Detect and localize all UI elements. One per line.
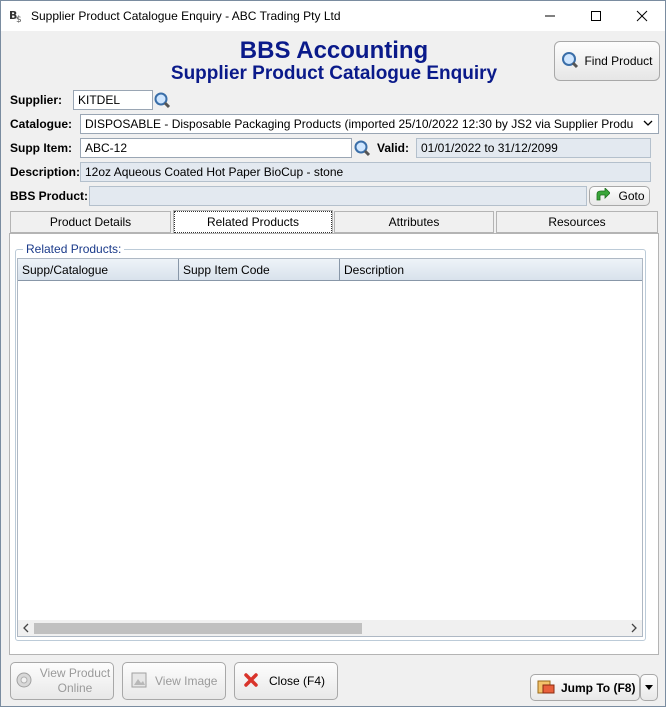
window-title: Supplier Product Catalogue Enquiry - ABC…: [31, 9, 341, 23]
find-product-button[interactable]: Find Product: [554, 41, 660, 81]
related-products-grid[interactable]: Supp/Catalogue Supp Item Code Descriptio…: [17, 258, 643, 637]
view-online-label-line1: View Product: [39, 666, 111, 680]
bbs-product-label: BBS Product:: [10, 189, 88, 203]
app-icon: B $: [9, 7, 25, 25]
tab-related-products[interactable]: Related Products: [173, 210, 333, 234]
valid-label: Valid:: [377, 141, 410, 155]
jump-to-icon: [537, 678, 555, 697]
view-online-label: View Product Online: [37, 666, 113, 696]
jump-to-dropdown-button[interactable]: [640, 674, 658, 701]
description-label: Description:: [10, 165, 81, 179]
svg-text:$: $: [16, 15, 22, 23]
globe-icon: [15, 671, 33, 692]
description-field: 12oz Aqueous Coated Hot Paper BioCup - s…: [80, 162, 651, 182]
scroll-right-icon[interactable]: [629, 622, 639, 637]
goto-button[interactable]: Goto: [589, 186, 650, 206]
close-label: Close (F4): [269, 674, 326, 688]
column-header-supp-item-code[interactable]: Supp Item Code: [179, 259, 340, 281]
window: B $ Supplier Product Catalogue Enquiry - …: [0, 0, 666, 707]
bbs-product-field[interactable]: [89, 186, 587, 206]
supplier-search-icon[interactable]: [153, 91, 171, 109]
catalogue-label: Catalogue:: [10, 117, 73, 131]
close-x-icon: [243, 672, 259, 691]
search-icon: [561, 51, 579, 72]
jump-to-button[interactable]: Jump To (F8): [530, 674, 640, 701]
image-icon: [131, 672, 147, 691]
column-header-supp-catalogue[interactable]: Supp/Catalogue: [18, 259, 179, 281]
scrollbar-thumb[interactable]: [34, 623, 362, 634]
goto-label: Goto: [618, 189, 645, 203]
view-image-label: View Image: [155, 674, 218, 688]
view-online-label-line2: Online: [57, 681, 93, 695]
maximize-icon[interactable]: [573, 1, 619, 31]
supplier-label: Supplier:: [10, 93, 63, 107]
valid-field: 01/01/2022 to 31/12/2099: [416, 138, 651, 158]
chevron-down-icon[interactable]: [642, 117, 654, 132]
supp-item-label: Supp Item:: [10, 141, 72, 155]
view-image-button[interactable]: View Image: [122, 662, 226, 700]
tab-attributes[interactable]: Attributes: [334, 211, 494, 233]
horizontal-scrollbar[interactable]: [18, 620, 642, 636]
supp-item-search-icon[interactable]: [353, 139, 371, 157]
related-products-group-label: Related Products:: [23, 242, 125, 256]
close-button[interactable]: Close (F4): [234, 662, 338, 700]
supplier-field[interactable]: KITDEL: [73, 90, 153, 110]
close-window-icon[interactable]: [619, 1, 665, 31]
jump-to-label: Jump To (F8): [561, 680, 636, 695]
goto-arrow-icon: [594, 186, 612, 205]
dropdown-arrow-icon: [644, 681, 654, 695]
minimize-icon[interactable]: [527, 1, 573, 31]
title-bar: B $ Supplier Product Catalogue Enquiry - …: [1, 1, 665, 31]
scroll-left-icon[interactable]: [21, 622, 31, 637]
tab-product-details[interactable]: Product Details: [10, 211, 171, 233]
tab-resources[interactable]: Resources: [496, 211, 658, 233]
column-header-description[interactable]: Description: [340, 259, 642, 281]
supp-item-field[interactable]: ABC-12: [80, 138, 352, 158]
view-product-online-button[interactable]: View Product Online: [10, 662, 114, 700]
find-product-label: Find Product: [584, 54, 653, 68]
catalogue-select[interactable]: DISPOSABLE - Disposable Packaging Produc…: [80, 114, 659, 134]
